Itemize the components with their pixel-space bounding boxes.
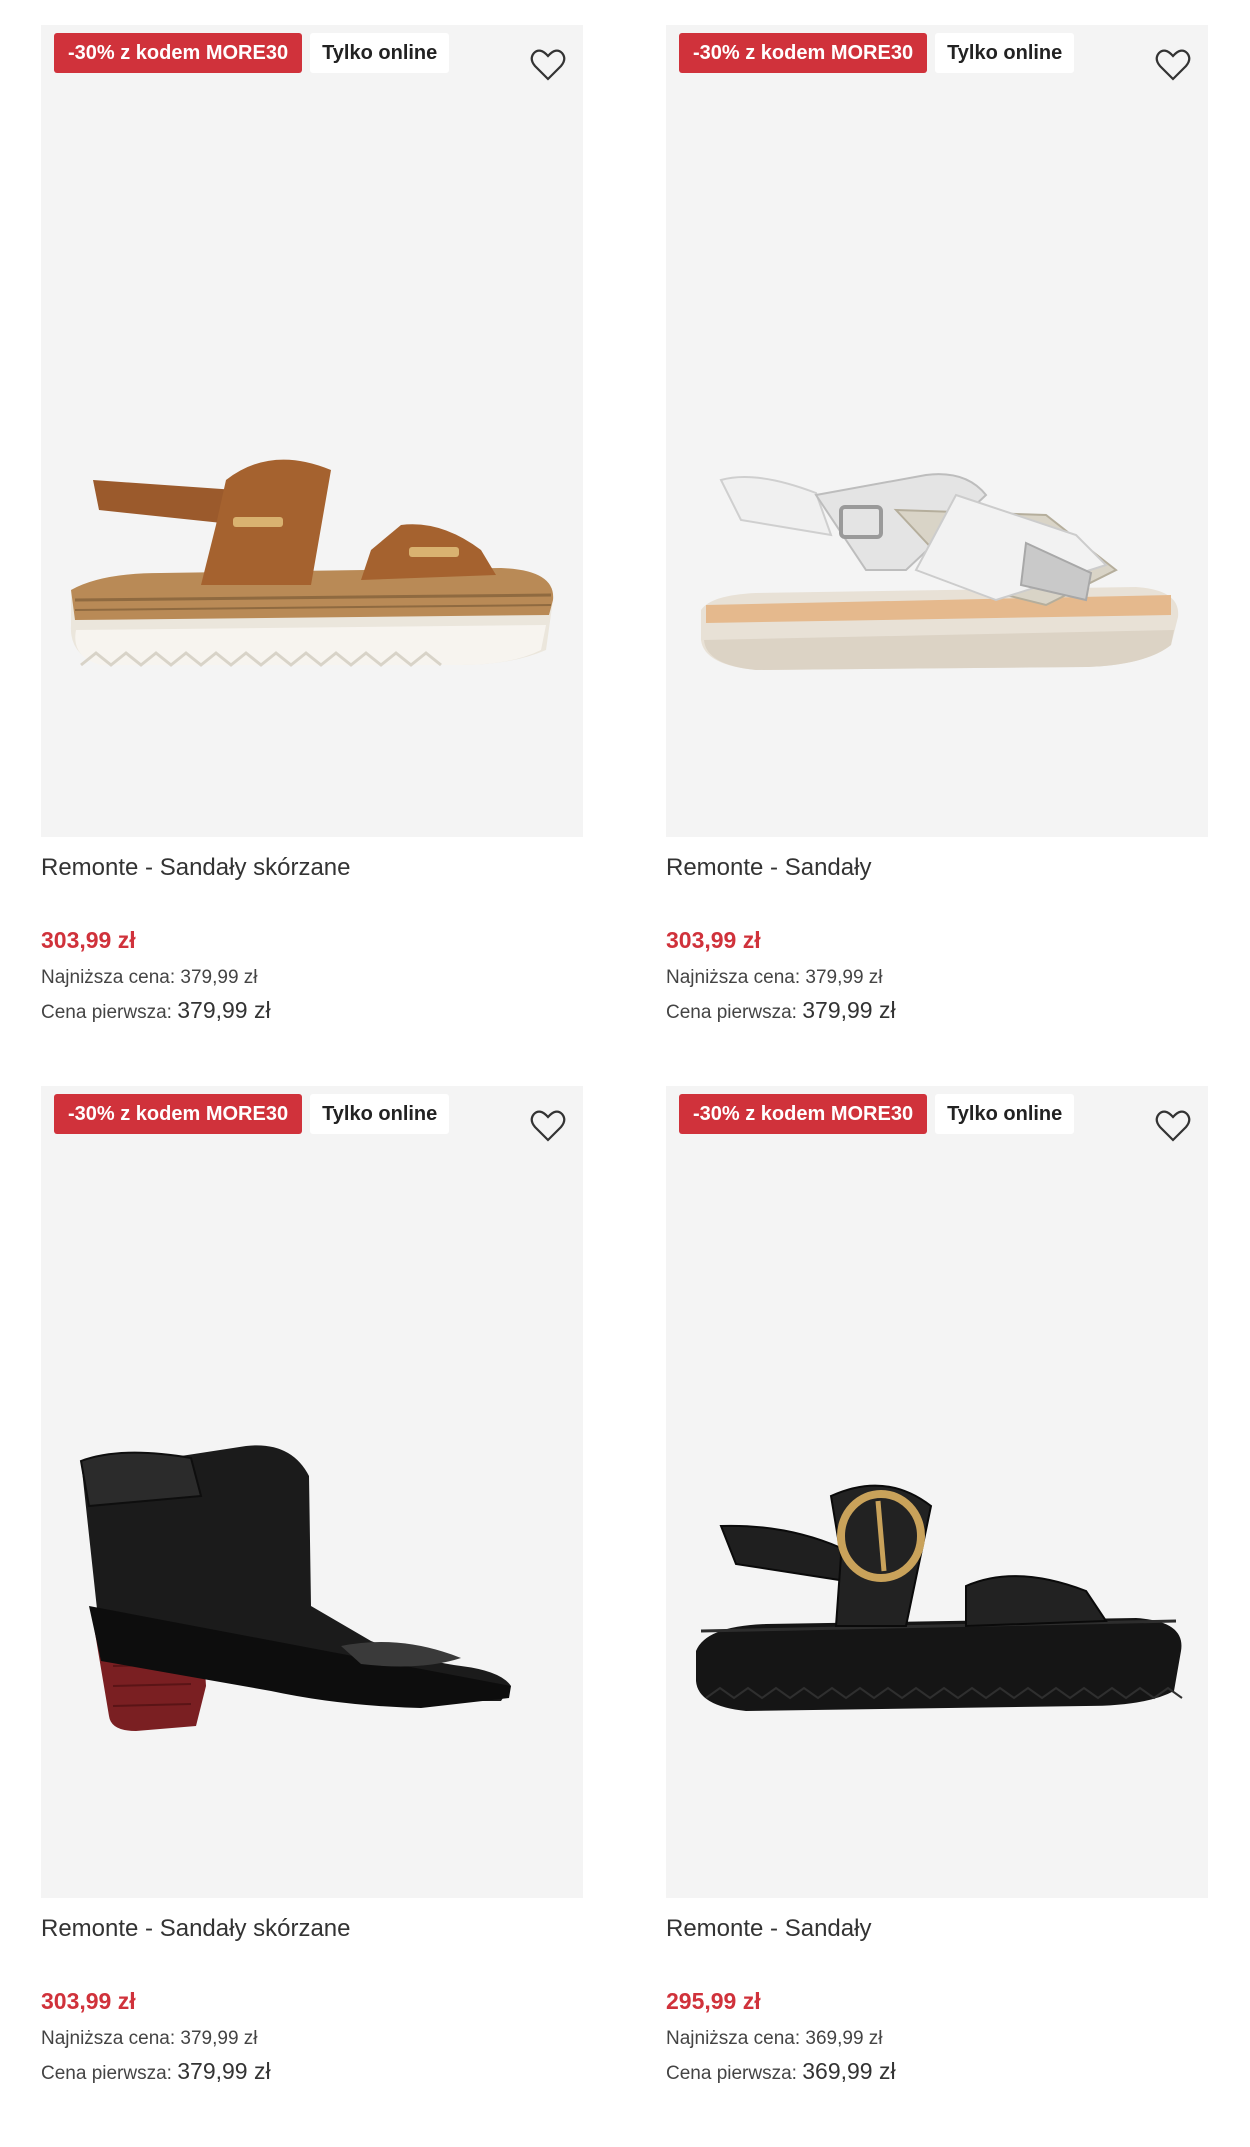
black-heeled-peep-toe-bootie-image bbox=[79, 1445, 511, 1731]
product-name[interactable]: Remonte - Sandały skórzane bbox=[41, 1915, 351, 1943]
product-card[interactable]: -30% z kodem MORE30 Tylko online Remonte… bbox=[666, 1086, 1208, 2147]
first-price-value: 369,99 zł bbox=[802, 2058, 896, 2084]
heart-icon[interactable] bbox=[1153, 45, 1193, 85]
promo-code-badge: -30% z kodem MORE30 bbox=[54, 1094, 303, 1134]
product-grid: -30% z kodem MORE30 Tylko online Remonte… bbox=[41, 25, 1208, 2147]
lowest-price: Najniższa cena: 369,99 zł bbox=[666, 2028, 883, 2050]
online-only-badge: Tylko online bbox=[310, 1094, 450, 1134]
product-price: 303,99 zł bbox=[41, 927, 136, 953]
heart-icon[interactable] bbox=[528, 45, 568, 85]
silver-white-strappy-sandal-image bbox=[701, 473, 1179, 670]
promo-code-badge: -30% z kodem MORE30 bbox=[54, 33, 303, 73]
lowest-price-value: 379,99 zł bbox=[805, 967, 883, 988]
heart-icon[interactable] bbox=[528, 1106, 568, 1146]
product-name[interactable]: Remonte - Sandały skórzane bbox=[41, 854, 351, 882]
online-only-badge: Tylko online bbox=[935, 1094, 1075, 1134]
product-card[interactable]: -30% z kodem MORE30 Tylko online Remonte… bbox=[41, 25, 583, 1086]
product-price: 295,99 zł bbox=[666, 1988, 761, 2014]
promo-code-badge: -30% z kodem MORE30 bbox=[679, 33, 928, 73]
lowest-price-value: 379,99 zł bbox=[180, 967, 258, 988]
product-name[interactable]: Remonte - Sandały bbox=[666, 1915, 871, 1943]
lowest-price: Najniższa cena: 379,99 zł bbox=[41, 967, 258, 989]
lowest-price: Najniższa cena: 379,99 zł bbox=[666, 967, 883, 989]
first-price-value: 379,99 zł bbox=[177, 997, 271, 1023]
lowest-price-label: Najniższa cena: bbox=[666, 2028, 801, 2049]
first-price: Cena pierwsza: 369,99 zł bbox=[666, 2058, 896, 2085]
online-only-badge: Tylko online bbox=[935, 33, 1075, 73]
first-price-value: 379,99 zł bbox=[177, 2058, 271, 2084]
brown-platform-sandal-image bbox=[70, 459, 554, 667]
lowest-price: Najniższa cena: 379,99 zł bbox=[41, 2028, 258, 2050]
product-card[interactable]: -30% z kodem MORE30 Tylko online Remonte… bbox=[666, 25, 1208, 1086]
first-price: Cena pierwsza: 379,99 zł bbox=[666, 997, 896, 1024]
first-price: Cena pierwsza: 379,99 zł bbox=[41, 2058, 271, 2085]
product-image-area[interactable]: -30% z kodem MORE30 Tylko online bbox=[666, 1086, 1208, 1898]
badge-group: -30% z kodem MORE30 Tylko online bbox=[679, 33, 1075, 73]
badge-group: -30% z kodem MORE30 Tylko online bbox=[679, 1094, 1075, 1134]
black-buckle-platform-sandal-image bbox=[696, 1484, 1183, 1711]
first-price-value: 379,99 zł bbox=[802, 997, 896, 1023]
product-price: 303,99 zł bbox=[41, 1988, 136, 2014]
product-image-area[interactable]: -30% z kodem MORE30 Tylko online bbox=[666, 25, 1208, 837]
product-name[interactable]: Remonte - Sandały bbox=[666, 854, 871, 882]
lowest-price-value: 379,99 zł bbox=[180, 2028, 258, 2049]
lowest-price-label: Najniższa cena: bbox=[41, 2028, 176, 2049]
badge-group: -30% z kodem MORE30 Tylko online bbox=[54, 1094, 450, 1134]
product-price: 303,99 zł bbox=[666, 927, 761, 953]
product-card[interactable]: -30% z kodem MORE30 Tylko online Remonte… bbox=[41, 1086, 583, 2147]
online-only-badge: Tylko online bbox=[310, 33, 450, 73]
product-image-area[interactable]: -30% z kodem MORE30 Tylko online bbox=[41, 1086, 583, 1898]
first-price-label: Cena pierwsza: bbox=[41, 1002, 172, 1023]
lowest-price-label: Najniższa cena: bbox=[41, 967, 176, 988]
first-price-label: Cena pierwsza: bbox=[666, 2063, 797, 2084]
badge-group: -30% z kodem MORE30 Tylko online bbox=[54, 33, 450, 73]
first-price: Cena pierwsza: 379,99 zł bbox=[41, 997, 271, 1024]
heart-icon[interactable] bbox=[1153, 1106, 1193, 1146]
lowest-price-label: Najniższa cena: bbox=[666, 967, 801, 988]
lowest-price-value: 369,99 zł bbox=[805, 2028, 883, 2049]
first-price-label: Cena pierwsza: bbox=[666, 1002, 797, 1023]
first-price-label: Cena pierwsza: bbox=[41, 2063, 172, 2084]
product-image-area[interactable]: -30% z kodem MORE30 Tylko online bbox=[41, 25, 583, 837]
promo-code-badge: -30% z kodem MORE30 bbox=[679, 1094, 928, 1134]
